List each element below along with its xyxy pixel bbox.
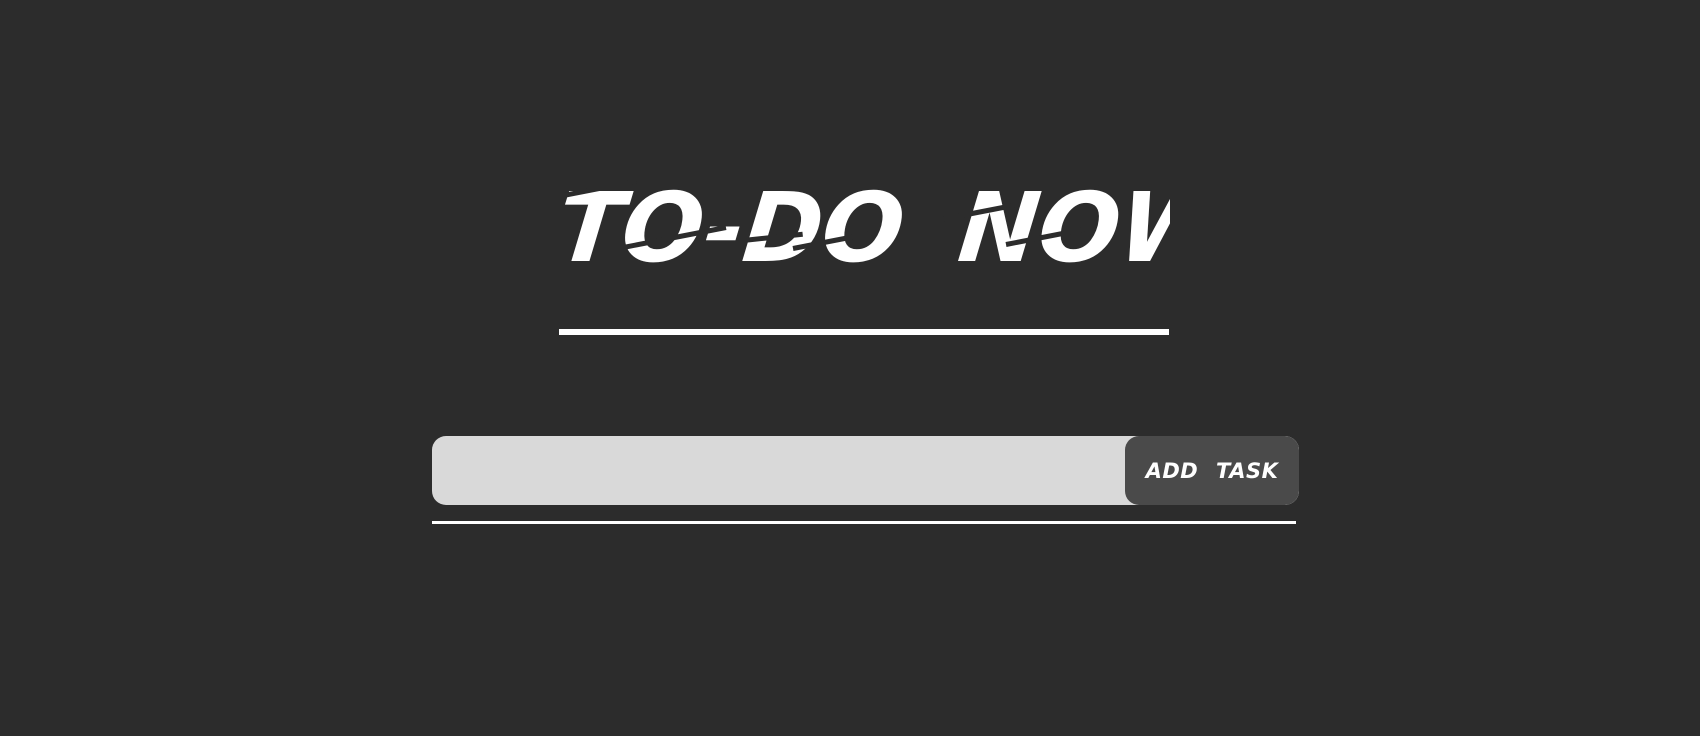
title-block: TO-DO NOW: [558, 180, 1170, 290]
title-divider: [559, 329, 1169, 335]
form-divider: [432, 521, 1296, 524]
app-page: TO-DO NOW ADD TASK: [0, 0, 1700, 736]
task-input[interactable]: [432, 436, 1122, 505]
add-task-form: ADD TASK: [432, 436, 1299, 505]
add-task-button[interactable]: ADD TASK: [1125, 436, 1299, 505]
